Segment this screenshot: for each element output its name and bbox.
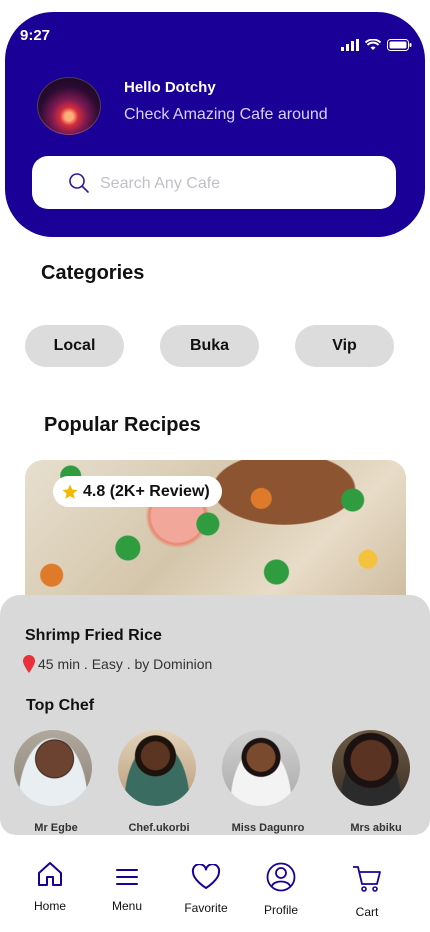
cart-icon [353, 866, 381, 892]
recipe-meta: 45 min . Easy . by Dominion [23, 655, 212, 673]
chef-name-mrs-abiku: Mrs abiku [350, 822, 402, 834]
nav-menu[interactable]: Menu [92, 866, 162, 913]
nav-profile-label: Profile [263, 903, 298, 917]
rating-badge: 4.8 (2K+ Review) [53, 476, 222, 507]
chef-name-mr-egbe: Mr Egbe [34, 822, 78, 834]
status-icons [341, 38, 412, 52]
greeting-subtitle: Check Amazing Cafe around [124, 106, 328, 123]
user-avatar[interactable] [37, 77, 101, 135]
home-icon [38, 862, 62, 886]
star-icon [62, 484, 78, 499]
menu-icon [116, 869, 138, 885]
search-icon [69, 173, 89, 193]
nav-menu-label: Menu [111, 899, 143, 913]
rating-text: 4.8 (2K+ Review) [83, 482, 210, 500]
nav-cart-label: Cart [355, 905, 379, 919]
search-input[interactable] [98, 156, 382, 211]
location-pin-icon [23, 655, 35, 673]
heart-icon [191, 863, 221, 889]
chef-name-miss-dagunro: Miss Dagunro [231, 822, 305, 834]
search-bar[interactable] [32, 156, 396, 211]
nav-home-label: Home [33, 899, 66, 913]
chef-avatar-miss-dagunro[interactable] [222, 730, 300, 806]
popular-recipes-title: Popular Recipes [44, 414, 201, 436]
nav-cart[interactable]: Cart [332, 864, 402, 919]
nav-favorite[interactable]: Favorite [171, 863, 241, 915]
chef-avatar-chef-ukorbi[interactable] [118, 730, 196, 806]
chef-avatar-mr-egbe[interactable] [14, 730, 92, 806]
wifi-icon [365, 39, 381, 50]
nav-favorite-label: Favorite [184, 901, 228, 915]
status-time: 9:27 [20, 27, 51, 44]
nav-profile[interactable]: Profile [246, 862, 316, 917]
signal-icon [341, 39, 359, 51]
categories-title: Categories [41, 262, 145, 284]
category-buka[interactable]: Buka [160, 325, 259, 367]
category-local[interactable]: Local [25, 325, 124, 367]
profile-icon [266, 862, 296, 892]
battery-icon [387, 39, 412, 51]
chef-avatar-mrs-abiku[interactable] [332, 730, 410, 806]
top-chef-title: Top Chef [26, 697, 95, 714]
nav-home[interactable]: Home [15, 860, 85, 913]
recipe-name[interactable]: Shrimp Fried Rice [25, 627, 162, 645]
category-vip[interactable]: Vip [295, 325, 394, 367]
recipe-meta-text: 45 min . Easy . by Dominion [38, 656, 213, 672]
chef-name-chef-ukorbi: Chef.ukorbi [128, 822, 190, 834]
greeting-text: Hello Dotchy [124, 79, 216, 96]
